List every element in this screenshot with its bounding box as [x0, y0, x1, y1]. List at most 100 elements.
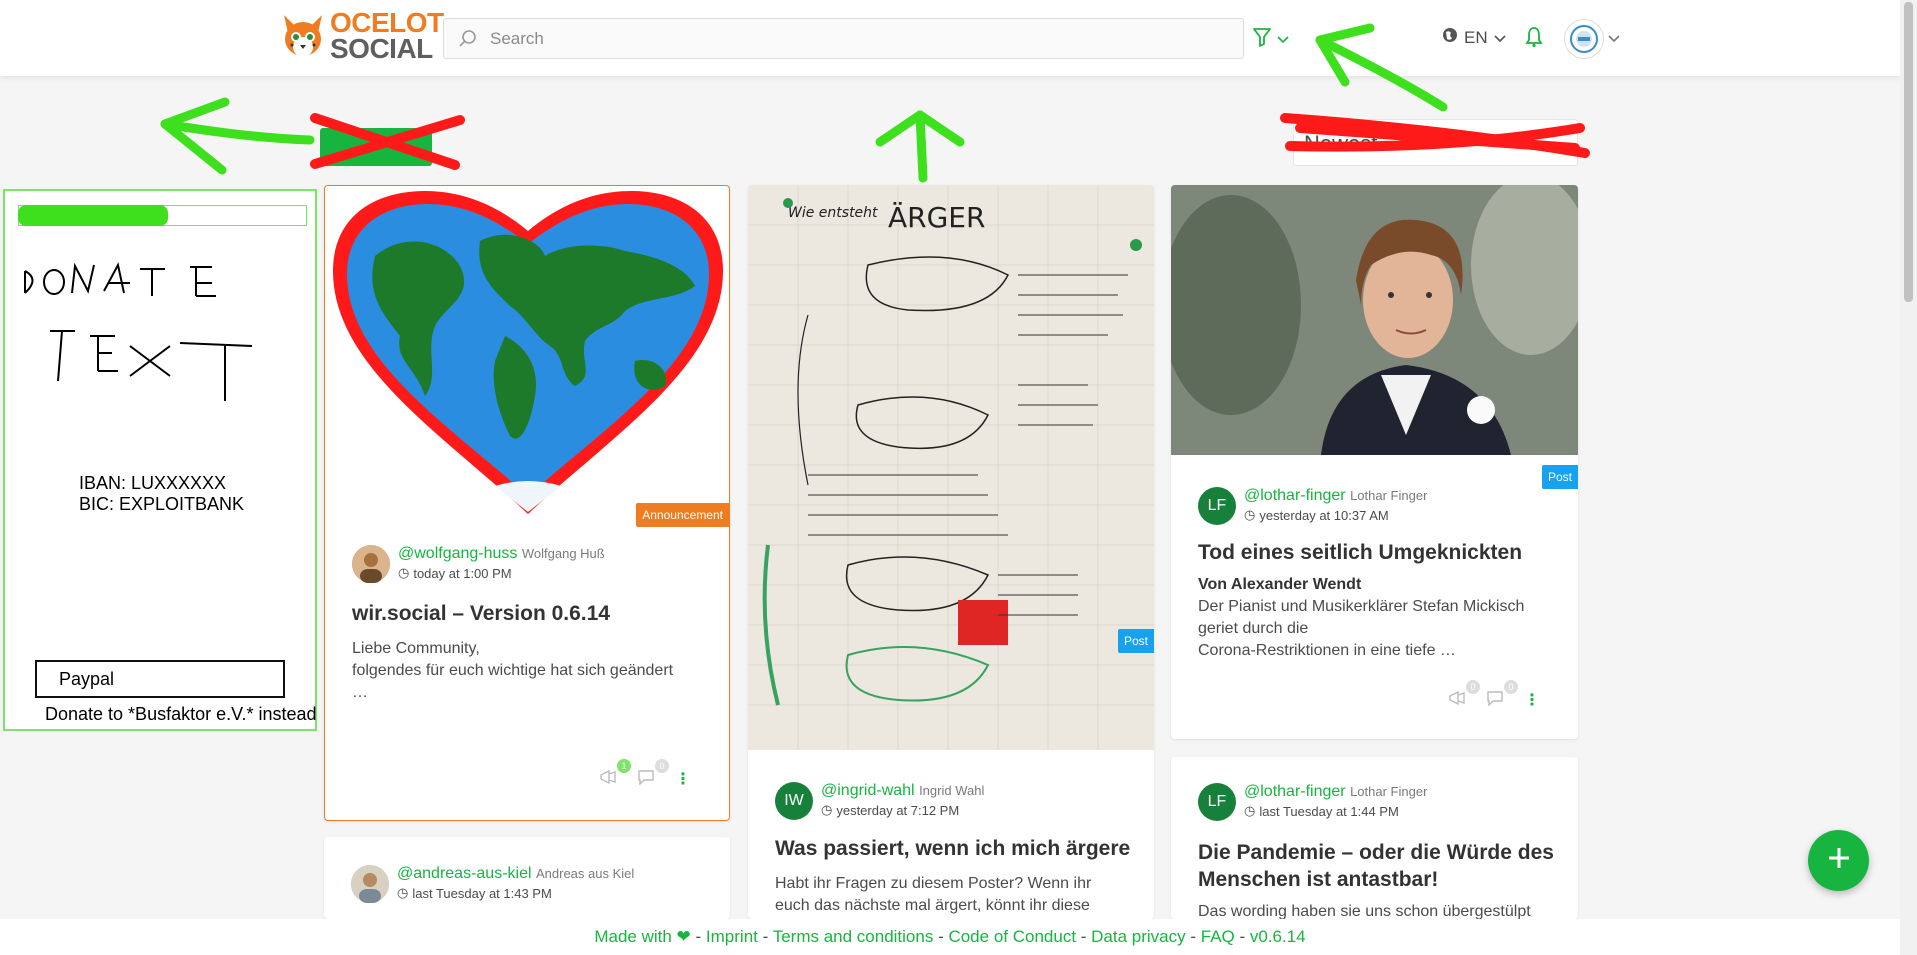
logo[interactable]: OCELOT SOCIAL [280, 9, 444, 64]
post-title[interactable]: Was passiert, wenn ich mich ärgere [775, 835, 1130, 862]
author-name: Lothar Finger [1350, 488, 1428, 503]
footer-link-imprint[interactable]: Imprint [706, 927, 758, 946]
donation-progress-fill [18, 205, 168, 226]
sort-selected: Newest [1304, 131, 1378, 156]
language-switch[interactable]: EN [1442, 27, 1506, 48]
donate-alternative-text: Donate to *Busfaktor e.V.* instead [45, 704, 317, 724]
iban-text: IBAN: LUXXXXXX [79, 473, 227, 493]
author-handle[interactable]: @lothar-finger [1244, 783, 1346, 800]
bullhorn-icon [1449, 690, 1465, 706]
shout-counter[interactable]: 1 [599, 759, 631, 789]
avatar[interactable] [351, 865, 389, 903]
filter-button[interactable] [320, 128, 432, 166]
author-handle[interactable]: @ingrid-wahl [821, 782, 915, 799]
clock-icon: ◷ [1244, 507, 1256, 522]
comment-counter[interactable]: 0 [1486, 680, 1518, 710]
post-excerpt-line: Das wording haben sie uns schon übergest… [1198, 903, 1531, 919]
post-card[interactable]: Announcement @wolfgang-huss Wolfgang Huß… [324, 185, 730, 821]
bic-text: BIC: EXPLOITBANK [79, 494, 245, 514]
svg-text:Wie entsteht: Wie entsteht [788, 205, 878, 221]
post-card[interactable]: LF @lothar-finger Lothar Finger ◷ last Tu… [1171, 757, 1578, 919]
create-post-button[interactable] [1808, 830, 1869, 891]
post-excerpt-line: Liebe Community, [352, 640, 480, 657]
post-time: yesterday at 10:37 AM [1259, 507, 1389, 523]
avatar[interactable]: IW [775, 782, 813, 820]
post-card[interactable]: @andreas-aus-kiel Andreas aus Kiel ◷ last… [324, 837, 730, 919]
post-excerpt-line: Der Pianist und Musikerklärer Stefan Mic… [1198, 598, 1525, 615]
author-name: Wolfgang Huß [521, 546, 605, 561]
clock-icon: ◷ [398, 565, 410, 580]
post-card[interactable]: Wie entsteht ÄRGER Post IW @ingrid-wahl … [748, 185, 1154, 919]
post-image-poster: Wie entsteht ÄRGER [748, 185, 1154, 750]
post-excerpt-line: geriet durch die [1198, 620, 1309, 637]
chevron-down-icon [1608, 30, 1620, 48]
author-handle[interactable]: @andreas-aus-kiel [397, 865, 532, 882]
bullhorn-icon [600, 769, 616, 785]
search-icon [458, 29, 478, 49]
author-handle[interactable]: @wolfgang-huss [398, 545, 517, 562]
post-time: yesterday at 7:12 PM [836, 802, 960, 818]
footer-version[interactable]: v0.6.14 [1250, 927, 1306, 946]
clock-icon: ◷ [821, 802, 833, 817]
post-title[interactable]: Die Pandemie – oder die Würde des Mensch… [1198, 839, 1554, 893]
top-header: OCELOT SOCIAL EN [0, 0, 1900, 76]
author-handle[interactable]: @lothar-finger [1244, 487, 1346, 504]
clock-icon: ◷ [1244, 803, 1256, 818]
avatar[interactable]: LF [1198, 487, 1236, 525]
shout-count: 0 [1466, 680, 1480, 694]
post-title[interactable]: wir.social – Version 0.6.14 [352, 600, 610, 627]
author-name: Andreas aus Kiel [535, 866, 635, 881]
footer-link-conduct[interactable]: Code of Conduct [948, 927, 1076, 946]
chevron-down-icon [1494, 28, 1506, 48]
logo-text-bottom: SOCIAL [330, 33, 433, 64]
post-card[interactable]: Post LF @lothar-finger Lothar Finger ◷ ye… [1171, 185, 1578, 739]
filter-menu-button[interactable] [1253, 27, 1289, 52]
ocelot-logo-icon [280, 11, 326, 61]
post-title[interactable]: Tod eines seitlich Umgeknickten [1198, 539, 1522, 566]
avatar[interactable] [352, 545, 390, 583]
avatar[interactable]: LF [1198, 783, 1236, 821]
comment-icon [638, 770, 654, 786]
footer-link-faq[interactable]: FAQ [1201, 927, 1235, 946]
announcement-badge: Announcement [636, 503, 729, 527]
footer-link-privacy[interactable]: Data privacy [1091, 927, 1185, 946]
svg-text:ÄRGER: ÄRGER [888, 201, 985, 234]
notifications-button[interactable] [1525, 26, 1543, 53]
search-bar[interactable] [443, 18, 1244, 59]
footer: Made with ❤ - Imprint - Terms and condit… [0, 919, 1900, 955]
more-options-icon[interactable]: ⋮ [1524, 690, 1540, 710]
user-menu[interactable] [1564, 19, 1620, 59]
post-title-line: Menschen ist antastbar! [1198, 868, 1439, 891]
chevron-down-icon [1277, 31, 1289, 49]
scrollbar-thumb[interactable] [1904, 2, 1913, 302]
comment-count: 0 [655, 759, 669, 773]
post-excerpt-line: euch das nächste mal ärgert, könnt ihr d… [775, 897, 1090, 914]
handwritten-donate-text [24, 262, 253, 401]
language-label: EN [1464, 27, 1488, 47]
avatar [1564, 19, 1604, 59]
search-input[interactable] [490, 28, 1190, 49]
post-excerpt-line: Habt ihr Fragen zu diesem Poster? Wenn i… [775, 875, 1092, 892]
post-excerpt-line: Corona-Restriktionen in eine tiefe … [1198, 642, 1456, 659]
more-options-icon[interactable]: ⋮ [675, 769, 691, 789]
bell-icon [1525, 27, 1543, 52]
author-name: Lothar Finger [1350, 784, 1428, 799]
post-badge: Post [1541, 465, 1578, 489]
post-title-line: Die Pandemie – oder die Würde des [1198, 841, 1554, 864]
post-excerpt-line: … [352, 684, 368, 701]
clock-icon: ◷ [397, 885, 409, 900]
shout-counter[interactable]: 0 [1448, 680, 1480, 710]
up-arrow-annotation [915, 110, 928, 183]
comment-count: 0 [1504, 680, 1518, 694]
post-excerpt-bold: Von Alexander Wendt [1198, 576, 1362, 593]
scrollbar[interactable] [1900, 0, 1917, 955]
comment-counter[interactable]: 0 [637, 759, 669, 789]
comment-icon [1487, 691, 1503, 707]
made-with-text: Made with ❤ [594, 927, 691, 946]
post-image-portrait [1171, 185, 1578, 455]
sort-dropdown[interactable]: Newest [1293, 119, 1578, 166]
paypal-button[interactable]: Paypal [35, 660, 285, 698]
footer-link-terms[interactable]: Terms and conditions [773, 927, 934, 946]
plus-icon [1826, 845, 1852, 876]
author-name: Ingrid Wahl [919, 783, 985, 798]
